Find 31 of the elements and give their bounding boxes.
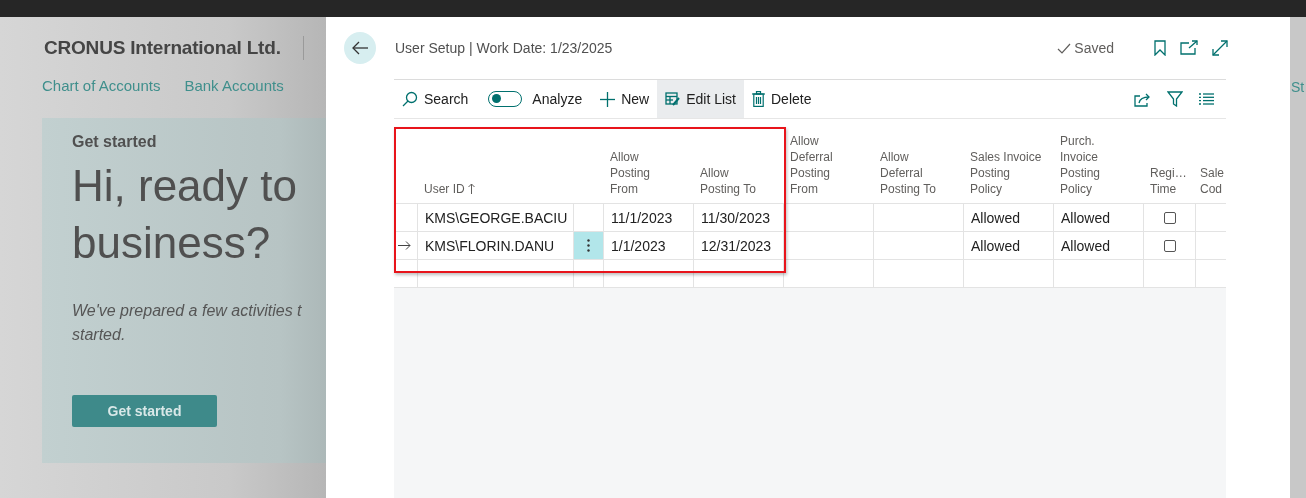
- toggle-label: Analyze: [532, 91, 583, 107]
- checkbox[interactable]: [1163, 211, 1176, 224]
- trash-icon: [752, 91, 765, 107]
- check-icon: [1057, 42, 1072, 54]
- headline: Hi, ready to business?: [72, 160, 298, 269]
- bookmark-button[interactable]: [1154, 40, 1166, 56]
- list-view-button[interactable]: [1199, 93, 1214, 105]
- table-cell: [574, 260, 604, 288]
- checkbox[interactable]: [1163, 239, 1176, 252]
- back-arrow-icon: [352, 41, 368, 55]
- saved-status: Saved: [1074, 40, 1114, 56]
- expand-button[interactable]: [1212, 40, 1228, 56]
- current-row-arrow-icon: [398, 241, 411, 250]
- share-button[interactable]: [1134, 91, 1151, 107]
- card-heading: Get started: [72, 133, 158, 151]
- plus-icon: [600, 91, 616, 107]
- company-name: CRONUS International Ltd.: [44, 37, 281, 59]
- page-title: User Setup | Work Date: 1/23/2025: [395, 40, 613, 56]
- filter-button[interactable]: [1167, 91, 1183, 107]
- edit-list-icon: [665, 92, 681, 106]
- search-button[interactable]: Search: [394, 80, 477, 118]
- more-options-icon[interactable]: [587, 239, 590, 252]
- analyze-toggle[interactable]: [488, 91, 523, 107]
- open-in-new-window-button[interactable]: [1180, 40, 1198, 56]
- search-icon: [402, 91, 418, 107]
- sort-ascending-icon: [467, 183, 475, 194]
- back-button[interactable]: [344, 32, 376, 64]
- card-text: We've prepared a few activities t started.: [72, 301, 303, 345]
- new-button[interactable]: New: [592, 80, 658, 118]
- delete-button[interactable]: Delete: [744, 80, 820, 118]
- edit-button[interactable]: Edit List: [657, 80, 744, 118]
